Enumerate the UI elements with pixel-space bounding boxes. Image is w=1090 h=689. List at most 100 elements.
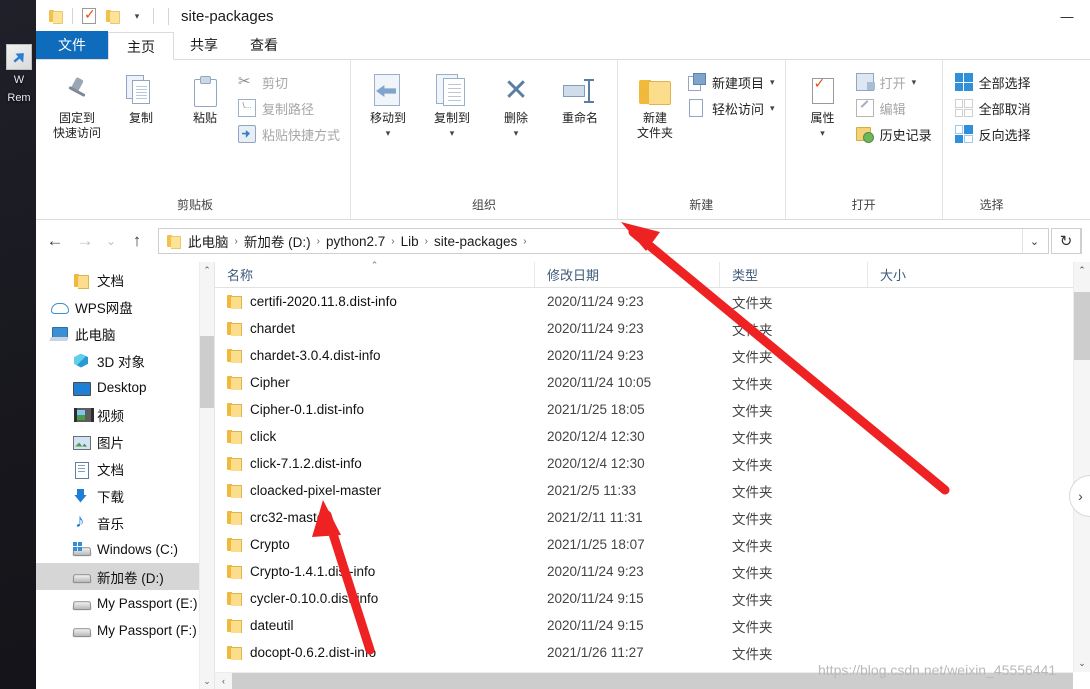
table-row[interactable]: dateutil 2020/11/24 9:15 文件夹 — [215, 612, 1090, 639]
recent-locations-button[interactable]: ⌄ — [100, 226, 122, 256]
table-row[interactable]: Crypto 2021/1/25 18:07 文件夹 — [215, 531, 1090, 558]
up-button[interactable]: ↑ — [122, 226, 152, 256]
nav-item[interactable]: 3D 对象 — [36, 347, 214, 374]
table-row[interactable]: Cipher-0.1.dist-info 2021/1/25 18:05 文件夹 — [215, 396, 1090, 423]
scroll-left-arrow-icon[interactable]: ‹ — [215, 676, 232, 686]
breadcrumb-item-2[interactable]: python2.7 — [322, 234, 389, 249]
open-button[interactable]: 打开 ▾ — [855, 71, 936, 93]
scroll-down-arrow-icon[interactable]: ⌄ — [200, 673, 214, 689]
scroll-down-arrow-icon[interactable]: ⌄ — [1074, 655, 1090, 672]
breadcrumb-separator-icon[interactable]: › — [233, 236, 240, 247]
properties-icon[interactable] — [77, 4, 101, 28]
nav-item[interactable]: Desktop — [36, 374, 214, 401]
breadcrumb-item-4[interactable]: site-packages — [430, 234, 521, 249]
file-list-vertical-scrollbar[interactable]: ⌃ ⌄ — [1073, 262, 1090, 672]
nav-item[interactable]: 此电脑 — [36, 320, 214, 347]
address-dropdown-button[interactable]: ⌄ — [1022, 229, 1046, 253]
table-row[interactable]: Crypto-1.4.1.dist-info 2020/11/24 9:23 文件夹 — [215, 558, 1090, 585]
chevron-down-icon[interactable]: ▾ — [770, 103, 775, 114]
easy-access-button[interactable]: 轻松访问 ▾ — [688, 97, 779, 119]
tab-share[interactable]: 共享 — [174, 31, 234, 59]
tab-view[interactable]: 查看 — [234, 31, 294, 59]
scrollbar-thumb[interactable] — [200, 336, 214, 408]
table-row[interactable]: click-7.1.2.dist-info 2020/12/4 12:30 文件夹 — [215, 450, 1090, 477]
column-header-size[interactable]: 大小 — [868, 262, 1090, 287]
edit-button[interactable]: 编辑 — [855, 97, 936, 119]
nav-item[interactable]: 视频 — [36, 401, 214, 428]
pin-to-quick-access-button[interactable]: 固定到 快速访问 — [46, 65, 108, 141]
breadcrumb-separator-icon[interactable]: › — [315, 236, 322, 247]
nav-item[interactable]: Windows (C:) — [36, 536, 214, 563]
properties-button[interactable]: 属性 ▾ — [792, 65, 854, 141]
nav-item[interactable]: 新加卷 (D:) — [36, 563, 214, 590]
scroll-up-arrow-icon[interactable]: ⌃ — [1074, 262, 1090, 279]
copy-path-button[interactable]: \... 复制路径 — [238, 97, 344, 119]
breadcrumb-item-1[interactable]: 新加卷 (D:) — [240, 231, 315, 251]
chevron-down-icon[interactable]: ▾ — [514, 126, 519, 141]
table-row[interactable]: certifi-2020.11.8.dist-info 2020/11/24 9:… — [215, 288, 1090, 315]
nav-item[interactable]: 图片 — [36, 428, 214, 455]
chevron-down-icon[interactable]: ▾ — [386, 126, 391, 141]
new-folder-button[interactable]: 新建 文件夹 — [624, 65, 686, 141]
search-input[interactable] — [1081, 228, 1082, 254]
breadcrumb-item-3[interactable]: Lib — [397, 234, 423, 249]
new-item-button[interactable]: 新建项目 ▾ — [688, 71, 779, 93]
chevron-down-icon[interactable]: ▾ — [450, 126, 455, 141]
select-none-button[interactable]: 全部取消 — [954, 97, 1035, 119]
scrollbar-thumb[interactable] — [1074, 292, 1090, 360]
copy-button[interactable]: 复制 — [110, 65, 172, 126]
select-all-button[interactable]: 全部选择 — [954, 71, 1035, 93]
folder-icon[interactable] — [44, 4, 68, 28]
chevron-down-icon[interactable]: ▾ — [770, 77, 775, 88]
new-folder-icon[interactable] — [101, 4, 125, 28]
column-header-name[interactable]: ⌃ 名称 — [215, 261, 535, 287]
minimize-button[interactable]: — — [1044, 0, 1090, 32]
nav-item[interactable]: 下载 — [36, 482, 214, 509]
table-row[interactable]: chardet-3.0.4.dist-info 2020/11/24 9:23 文件… — [215, 342, 1090, 369]
breadcrumb-separator-icon[interactable]: › — [389, 236, 396, 247]
nav-item[interactable]: My Passport (F:) — [36, 617, 214, 644]
copy-path-icon: \... — [238, 99, 256, 117]
move-to-button[interactable]: 移动到 ▾ — [357, 65, 419, 141]
customize-quick-access-dropdown[interactable]: ▾ — [125, 4, 149, 28]
delete-button[interactable]: ✕ 删除 ▾ — [485, 65, 547, 141]
forward-button[interactable]: → — [70, 226, 100, 256]
refresh-button[interactable]: ↻ — [1051, 228, 1081, 254]
nav-item[interactable]: 音乐 — [36, 509, 214, 536]
navigation-tree[interactable]: 文档WPS网盘此电脑3D 对象Desktop视频图片文档下载音乐Windows … — [36, 262, 214, 644]
column-header-date[interactable]: 修改日期 — [535, 262, 720, 287]
navigation-scrollbar[interactable]: ⌃ ⌄ — [199, 262, 214, 689]
history-button[interactable]: 历史记录 — [855, 123, 936, 145]
chevron-down-icon[interactable]: ▾ — [820, 126, 825, 141]
cut-button[interactable]: ✂ 剪切 — [238, 71, 344, 93]
cell-date: 2020/11/24 9:15 — [547, 618, 644, 633]
nav-item[interactable]: My Passport (E:) — [36, 590, 214, 617]
breadcrumb[interactable]: 此电脑 › 新加卷 (D:) › python2.7 › Lib › site-packages… — [184, 231, 1022, 251]
table-row[interactable]: cycler-0.10.0.dist-info 2020/11/24 9:15 文件… — [215, 585, 1090, 612]
nav-item[interactable]: 文档 — [36, 455, 214, 482]
table-row[interactable]: cloacked-pixel-master 2021/2/5 11:33 文件夹 — [215, 477, 1090, 504]
invert-selection-button[interactable]: 反向选择 — [954, 123, 1035, 145]
copy-to-button[interactable]: 复制到 ▾ — [421, 65, 483, 141]
paste-button[interactable]: 粘贴 — [174, 65, 236, 126]
chevron-down-icon[interactable]: ▾ — [912, 77, 917, 88]
column-header-type[interactable]: 类型 — [720, 262, 868, 287]
table-row[interactable]: chardet 2020/11/24 9:23 文件夹 — [215, 315, 1090, 342]
tab-home[interactable]: 主页 — [108, 32, 174, 60]
breadcrumb-separator-icon[interactable]: › — [423, 236, 430, 247]
file-rows[interactable]: certifi-2020.11.8.dist-info 2020/11/24 9:… — [215, 288, 1090, 689]
nav-item[interactable]: WPS网盘 — [36, 293, 214, 320]
nav-item[interactable]: 文档 — [36, 266, 214, 293]
rename-button[interactable]: 重命名 — [549, 65, 611, 126]
back-button[interactable]: ← — [40, 226, 70, 256]
paste-shortcut-button[interactable]: 粘贴快捷方式 — [238, 123, 344, 145]
tab-file[interactable]: 文件 — [36, 31, 108, 59]
table-row[interactable]: Cipher 2020/11/24 10:05 文件夹 — [215, 369, 1090, 396]
table-row[interactable]: click 2020/12/4 12:30 文件夹 — [215, 423, 1090, 450]
desktop-shortcut[interactable]: W Rem — [2, 44, 36, 106]
scroll-up-arrow-icon[interactable]: ⌃ — [200, 262, 214, 278]
table-row[interactable]: crc32-master 2021/2/11 11:31 文件夹 — [215, 504, 1090, 531]
breadcrumb-separator-icon[interactable]: › — [521, 236, 528, 247]
address-bar[interactable]: 此电脑 › 新加卷 (D:) › python2.7 › Lib › site-packages… — [158, 228, 1049, 254]
breadcrumb-item-0[interactable]: 此电脑 — [184, 231, 233, 251]
